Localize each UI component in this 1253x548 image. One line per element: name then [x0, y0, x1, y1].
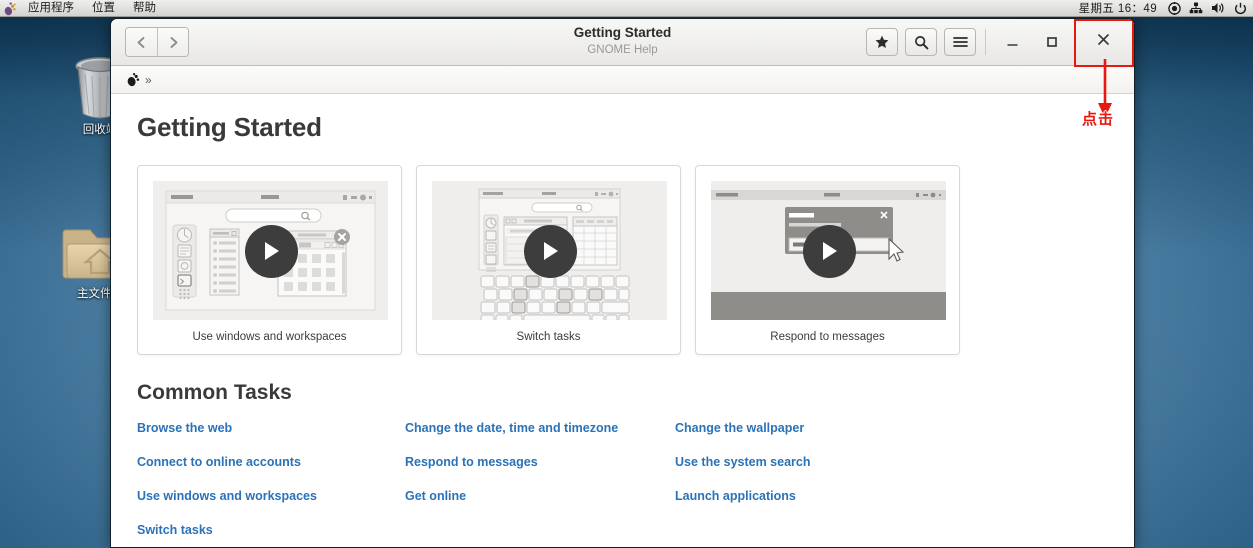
bookmarks-button[interactable] — [866, 28, 898, 56]
gnome-foot-icon[interactable] — [125, 71, 142, 88]
panel-menu-help[interactable]: 帮助 — [124, 0, 165, 17]
gnome-help-window: Getting Started GNOME Help » Getting Sta… — [110, 18, 1135, 548]
task-link-launch-applications[interactable]: Launch applications — [675, 489, 1108, 503]
star-icon — [875, 35, 889, 49]
power-icon[interactable] — [1229, 0, 1251, 17]
grid-spacer — [405, 523, 675, 537]
panel-clock[interactable]: 星期五 16：49 — [1073, 0, 1163, 16]
help-content: Getting Started Use windows and workspac… — [111, 94, 1134, 547]
maximize-icon — [1046, 36, 1058, 48]
panel-menu-places[interactable]: 位置 — [83, 0, 124, 17]
task-link-use-windows-workspaces[interactable]: Use windows and workspaces — [137, 489, 405, 503]
task-link-use-system-search[interactable]: Use the system search — [675, 455, 1108, 469]
play-button[interactable] — [244, 224, 298, 278]
panel-menu-bar: 应用程序 位置 帮助 — [0, 0, 165, 16]
volume-icon[interactable] — [1207, 0, 1229, 17]
video-thumbnail-windows-workspaces — [153, 181, 388, 320]
common-tasks-links: Browse the web Change the date, time and… — [137, 421, 1108, 537]
gnome-foot-icon — [2, 1, 18, 16]
task-link-get-online[interactable]: Get online — [405, 489, 675, 503]
network-icon[interactable] — [1185, 0, 1207, 17]
task-link-change-date-time[interactable]: Change the date, time and timezone — [405, 421, 675, 435]
task-link-respond-to-messages[interactable]: Respond to messages — [405, 455, 675, 469]
breadcrumb-separator: » — [145, 72, 152, 87]
back-button[interactable] — [126, 28, 157, 56]
minimize-button[interactable] — [992, 19, 1032, 65]
minimize-icon — [1006, 37, 1019, 47]
titlebar-separator — [985, 29, 986, 55]
video-thumbnail-respond-messages — [711, 181, 946, 320]
titlebar-right-controls — [866, 19, 1134, 67]
video-card-caption: Switch tasks — [516, 331, 581, 343]
gnome-top-panel: 应用程序 位置 帮助 星期五 16：49 — [0, 0, 1253, 17]
play-icon — [540, 240, 560, 262]
maximize-button[interactable] — [1032, 19, 1072, 65]
panel-menu-applications[interactable]: 应用程序 — [19, 0, 83, 17]
video-card[interactable]: Use windows and workspaces — [137, 165, 402, 355]
close-icon — [1097, 33, 1110, 51]
play-icon — [261, 240, 281, 262]
navigation-button-group — [125, 27, 189, 57]
task-link-connect-online-accounts[interactable]: Connect to online accounts — [137, 455, 405, 469]
window-titlebar: Getting Started GNOME Help — [111, 19, 1134, 67]
common-tasks-title: Common Tasks — [137, 381, 292, 404]
main-menu-button[interactable] — [944, 28, 976, 56]
task-link-browse-the-web[interactable]: Browse the web — [137, 421, 405, 435]
play-icon — [819, 240, 839, 262]
search-button[interactable] — [905, 28, 937, 56]
play-button[interactable] — [523, 224, 577, 278]
video-card[interactable]: Switch tasks — [416, 165, 681, 355]
forward-button[interactable] — [157, 28, 188, 56]
page-title: Getting Started — [137, 112, 322, 142]
hamburger-menu-icon — [952, 36, 968, 48]
panel-status-area: 星期五 16：49 — [1073, 0, 1253, 16]
video-card-list: Use windows and workspaces Switch tasks … — [137, 165, 1108, 355]
grid-spacer — [675, 523, 1108, 537]
task-link-change-wallpaper[interactable]: Change the wallpaper — [675, 421, 1108, 435]
accessibility-icon[interactable] — [1163, 0, 1185, 17]
video-card-caption: Use windows and workspaces — [192, 331, 347, 343]
close-button[interactable] — [1072, 19, 1134, 67]
video-thumbnail-switch-tasks — [432, 181, 667, 320]
search-icon — [914, 35, 929, 50]
play-button[interactable] — [802, 224, 856, 278]
task-link-switch-tasks[interactable]: Switch tasks — [137, 523, 405, 537]
breadcrumb: » — [111, 66, 1134, 94]
video-card-caption: Respond to messages — [770, 331, 885, 343]
video-card[interactable]: Respond to messages — [695, 165, 960, 355]
